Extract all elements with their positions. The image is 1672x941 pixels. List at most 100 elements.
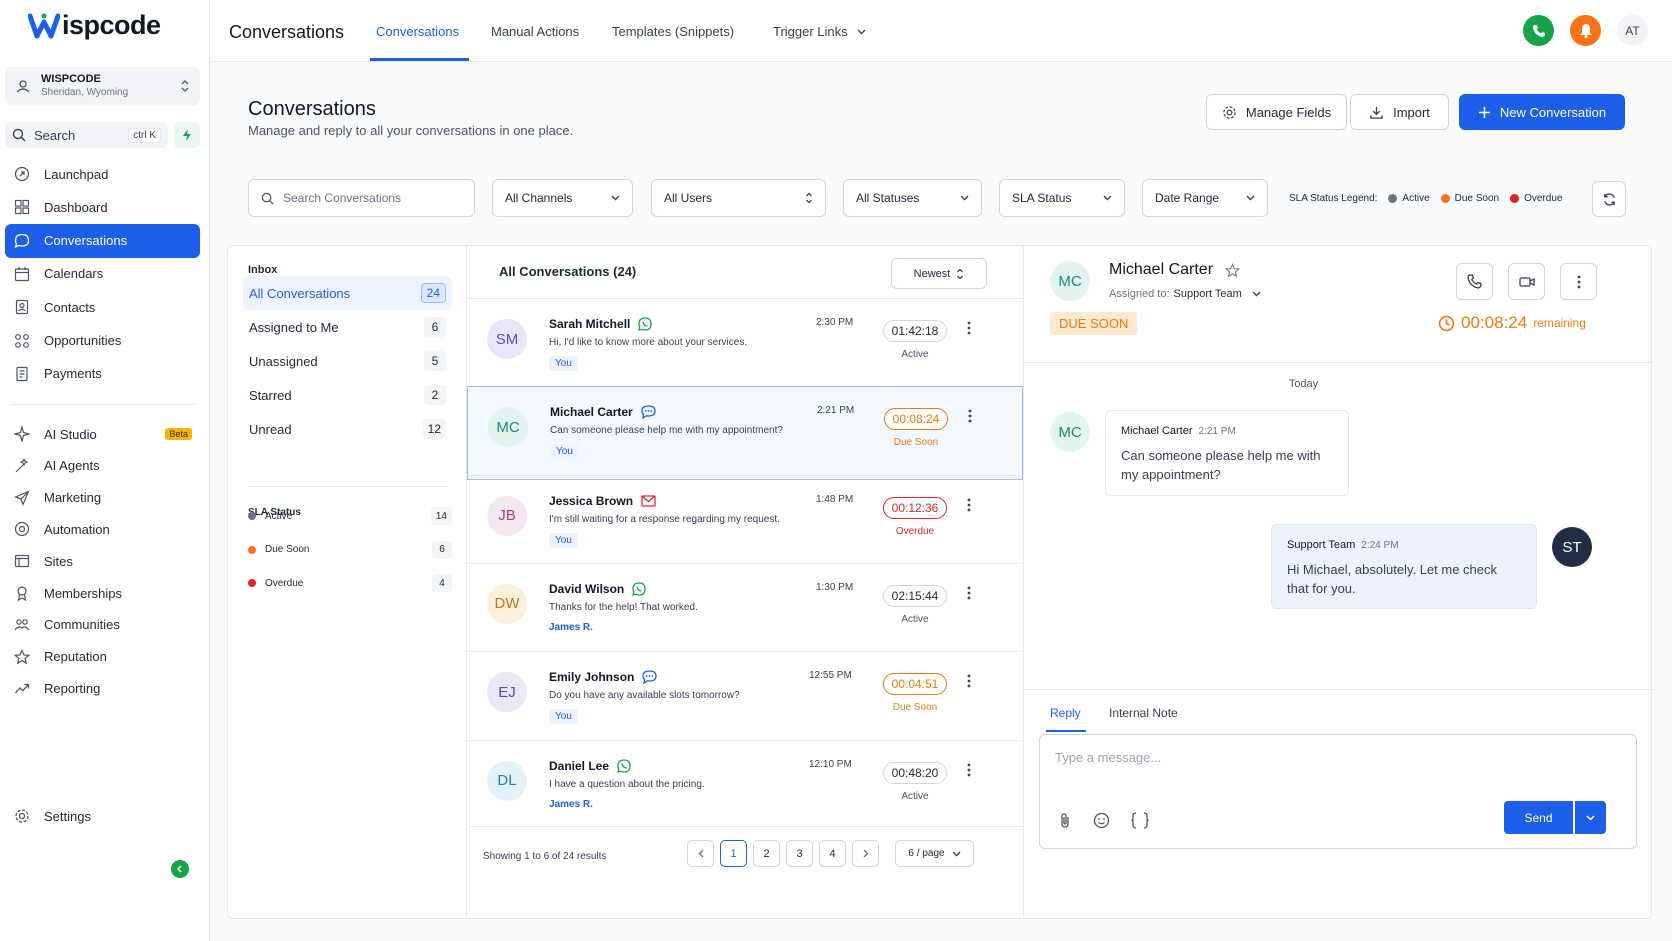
wispcode-logo[interactable]: ispcode [28,10,161,41]
manage-fields-button[interactable]: Manage Fields [1206,94,1347,130]
users-select[interactable]: All Users [651,179,826,217]
sidebar-item-automation[interactable]: Automation [5,512,200,546]
contact-name-row: Sarah Mitchell [549,317,653,331]
sidebar-item-label: Launchpad [44,166,109,182]
contact-avatar: MC [488,407,528,448]
tab-internal-note[interactable]: Internal Note [1109,706,1178,720]
conversation-row[interactable]: JB Jessica Brown I'm still waiting for a r… [467,474,1023,569]
inbox-item-assigned-to-me[interactable]: Assigned to Me 6 [243,310,452,344]
sidebar-item-conversations[interactable]: Conversations [5,223,200,258]
collapse-sidebar-button[interactable] [171,860,189,878]
attachment-icon[interactable] [1058,812,1072,829]
more-options-button[interactable] [1560,263,1597,300]
page-button[interactable]: 2 [753,840,780,867]
channels-select[interactable]: All Channels [492,179,633,217]
inbox-item-all-conversations[interactable]: All Conversations 24 [243,276,452,310]
tab-conversations[interactable]: Conversations [376,24,459,39]
sidebar-item-launchpad[interactable]: Launchpad [5,157,200,191]
notifications-button[interactable] [1570,15,1601,46]
quick-actions-button[interactable] [174,122,200,148]
page-button[interactable]: 1 [720,840,747,867]
conversation-row[interactable]: SM Sarah Mitchell Hi, I'd like to know mor… [467,298,1023,392]
sidebar-item-reputation[interactable]: Reputation [5,640,200,674]
new-conversation-button[interactable]: New Conversation [1459,94,1625,130]
sla-status-select[interactable]: SLA Status [999,179,1125,217]
sort-select[interactable]: Newest [891,258,987,289]
inbox-item-count: 6 [424,317,446,337]
message-input[interactable]: Type a message... [1055,750,1161,765]
sidebar-item-settings[interactable]: Settings [5,799,200,833]
tab-reply[interactable]: Reply [1050,706,1081,720]
conversation-row[interactable]: DL Daniel Lee I have a question about the … [467,739,1023,834]
next-page-button[interactable] [852,840,879,867]
conversation-row[interactable]: MC Michael Carter Can someone please help … [467,386,1023,481]
sidebar-item-sites[interactable]: Sites [5,544,200,578]
sidebar-item-ai-agents[interactable]: AI Agents [5,449,200,483]
sla-filter-due-soon[interactable]: Due Soon 6 [248,540,452,560]
statuses-select[interactable]: All Statuses [843,179,982,217]
row-menu-button[interactable] [967,586,971,600]
sidebar-item-memberships[interactable]: Memberships [5,576,200,610]
sidebar-item-marketing[interactable]: Marketing [5,481,200,515]
message-time: 2:21 PM [1198,426,1236,437]
video-call-button[interactable] [1508,263,1545,300]
conversation-list-title: All Conversations (24) [499,264,637,279]
sidebar-item-opportunities[interactable]: Opportunities [5,324,200,358]
chevron-down-icon [611,195,620,201]
conversation-search-input[interactable]: Search Conversations [248,179,475,217]
active-tab-underline [1046,730,1086,732]
send-options-button[interactable] [1575,801,1606,834]
row-menu-button[interactable] [968,409,972,423]
location-switcher[interactable]: WISPCODE Sheridan, Wyoming [5,67,200,105]
legend-due-soon: Due Soon [1454,193,1500,204]
sidebar-item-reporting[interactable]: Reporting [5,671,200,705]
legend-overdue: Overdue [1524,193,1563,204]
date-range-select[interactable]: Date Range [1142,179,1268,217]
sidebar-item-ai-studio[interactable]: AI Studio Beta [5,417,200,451]
refresh-button[interactable] [1592,181,1626,217]
inbox-item-unread[interactable]: Unread 12 [243,412,452,446]
inbox-item-starred[interactable]: Starred 2 [243,378,452,412]
chevron-down-icon [1586,814,1595,821]
phone-icon [1467,274,1482,289]
import-button[interactable]: Import [1350,94,1449,130]
call-button[interactable] [1456,263,1493,300]
page-button[interactable]: 3 [786,840,813,867]
phone-button[interactable] [1523,15,1554,46]
sidebar-item-contacts[interactable]: Contacts [5,290,200,324]
contact-avatar: DL [487,760,527,801]
row-menu-button[interactable] [967,674,971,688]
page-button[interactable]: 4 [819,840,846,867]
conversation-row[interactable]: EJ Emily Johnson Do you have any available… [467,651,1023,745]
sla-filter-overdue[interactable]: Overdue 4 [248,573,452,593]
message-preview: Hi, I'd like to know more about your ser… [549,337,748,348]
star-icon[interactable] [1225,262,1241,278]
sidebar-search[interactable]: Search ctrl K [5,122,168,148]
row-menu-button[interactable] [967,321,971,335]
variables-icon[interactable] [1130,812,1150,829]
tab-manual-actions[interactable]: Manual Actions [491,24,579,39]
sidebar-item-communities[interactable]: Communities [5,608,200,642]
sidebar-item-label: AI Agents [44,458,100,474]
send-button[interactable]: Send [1504,801,1573,834]
sla-filter-label: Overdue [265,577,304,589]
message-composer[interactable]: Type a message... Send [1039,734,1637,849]
sidebar-item-calendars[interactable]: Calendars [5,257,200,291]
user-avatar[interactable]: AT [1617,15,1648,46]
conversation-row[interactable]: DW David Wilson Thanks for the help! That … [467,562,1023,657]
assignee-tag: You [549,709,578,725]
prev-page-button[interactable] [687,840,714,867]
sidebar-item-label: Marketing [44,490,102,506]
assignment[interactable]: Assigned to: Support Team [1109,288,1261,300]
tab-trigger-links[interactable]: Trigger Links [773,24,866,39]
sla-filter-active[interactable]: Active 14 [248,506,452,526]
contact-name-row: Jessica Brown [549,494,656,508]
emoji-icon[interactable] [1093,812,1110,829]
inbox-item-unassigned[interactable]: Unassigned 5 [243,344,452,378]
sidebar-item-dashboard[interactable]: Dashboard [5,190,200,224]
tab-templates[interactable]: Templates (Snippets) [612,24,734,39]
row-menu-button[interactable] [967,763,971,777]
per-page-select[interactable]: 6 / page [895,840,974,867]
sidebar-item-payments[interactable]: Payments [5,357,200,391]
row-menu-button[interactable] [967,498,971,512]
